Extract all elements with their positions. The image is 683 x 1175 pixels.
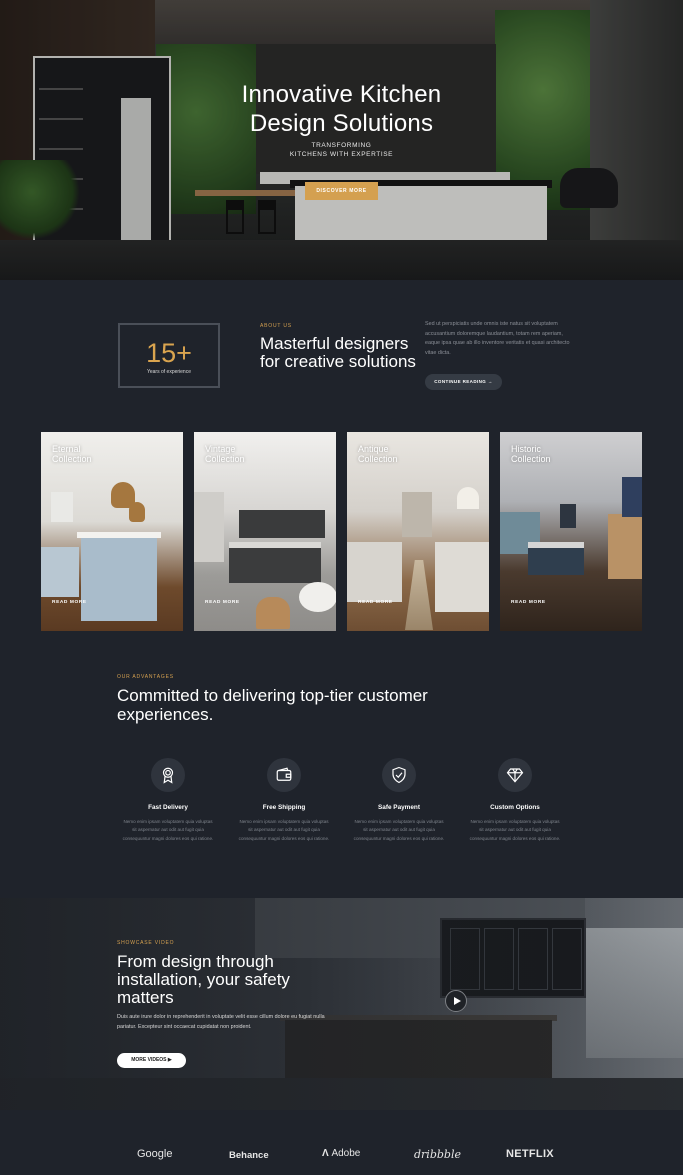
hero-section: Innovative Kitchen Design Solutions TRAN… [0,0,683,280]
logo-behance: Behance [229,1150,269,1161]
showcase-section [0,898,683,1110]
award-icon [151,758,185,792]
continue-reading-button[interactable]: CONTINUE READING → [425,374,502,390]
hero-subtitle-line: TRANSFORMING [311,142,372,149]
read-more-link[interactable]: READ MORE [358,600,393,605]
play-video-button[interactable] [445,990,467,1012]
experience-number: 15+ [146,338,192,368]
collection-card-vintage[interactable]: Vintage Collection READ MORE [194,432,336,631]
about-title: Masterful designers for creative solutio… [260,334,416,371]
collection-title-line: Antique [358,444,389,454]
read-more-link[interactable]: READ MORE [205,600,240,605]
collection-card-historic[interactable]: Historic Collection READ MORE [500,432,642,631]
experience-label: Years of experience [146,369,191,375]
about-eyebrow: ABOUT US [260,323,292,329]
read-more-link[interactable]: READ MORE [52,600,87,605]
diamond-icon [498,758,532,792]
collection-card-antique[interactable]: Antique Collection READ MORE [347,432,489,631]
collection-title: Historic Collection [511,444,551,464]
hero-subtitle-line: KITCHENS WITH EXPERTISE [289,151,394,158]
hero-title-line: Innovative Kitchen [241,81,442,108]
collection-title-line: Collection [52,454,92,464]
feature-title: Fast Delivery [148,804,188,811]
feature-text: Nemo enim ipsam voluptatem quia voluptas… [238,819,330,841]
collection-title: Antique Collection [358,444,398,464]
feature-title: Free Shipping [262,804,306,811]
collection-title: Vintage Collection [205,444,245,464]
collection-title-line: Collection [358,454,398,464]
collection-title-line: Historic [511,444,542,454]
showcase-eyebrow: SHOWCASE VIDEO [117,940,175,946]
experience-box: 15+ Years of experience [118,323,220,388]
showcase-text: Duis aute irure dolor in reprehenderit i… [117,1014,325,1030]
logo-netflix: NETFLIX [506,1148,554,1160]
hero-title: Innovative Kitchen Design Solutions [0,80,683,138]
collection-card-eternal[interactable]: Eternal Collection READ MORE [41,432,183,631]
hero-overlay [0,0,683,280]
collection-title-line: Collection [511,454,551,464]
discover-more-button[interactable]: DISCOVER MORE [305,182,378,200]
collection-title-line: Eternal [52,444,81,454]
logo-google: Google [137,1148,173,1160]
about-text: Sed ut perspiciatis unde omnis iste natu… [425,321,570,356]
showcase-overlay [0,898,683,1110]
advantages-eyebrow: OUR ADVANTAGES [117,674,174,680]
logo-adobe: Λ Adobe [322,1148,360,1159]
feature-text: Nemo enim ipsam voluptatem quia voluptas… [122,819,214,841]
collection-title-line: Vintage [205,444,236,454]
logo-dribbble: dribbble [414,1148,461,1161]
feature-title: Safe Payment [378,804,420,811]
logo-adobe-text: Adobe [331,1148,361,1159]
hero-title-line: Design Solutions [249,110,434,137]
partner-logos: Google Behance Λ Adobe dribbble NETFLIX [0,1110,683,1175]
showcase-title: From design through installation, your s… [117,952,290,1007]
shield-check-icon [382,758,416,792]
collection-title: Eternal Collection [52,444,92,464]
feature-text: Nemo enim ipsam voluptatem quia voluptas… [469,819,561,841]
read-more-link[interactable]: READ MORE [511,600,546,605]
collection-title-line: Collection [205,454,245,464]
feature-title: Custom Options [490,804,540,811]
advantages-title: Committed to delivering top-tier custome… [117,686,428,724]
wallet-icon [267,758,301,792]
more-videos-button[interactable]: MORE VIDEOS ▶ [117,1053,186,1068]
hero-subtitle: TRANSFORMING KITCHENS WITH EXPERTISE [0,141,683,159]
feature-text: Nemo enim ipsam voluptatem quia voluptas… [353,819,445,841]
